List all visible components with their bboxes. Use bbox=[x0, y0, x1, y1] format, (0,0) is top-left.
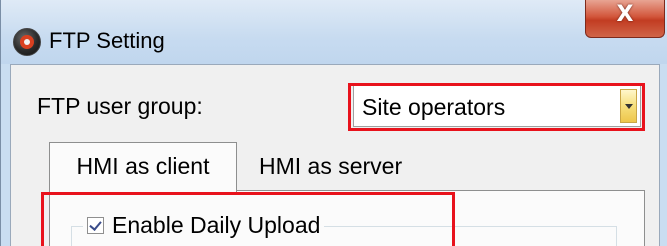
ftp-setting-window: FTP Setting X FTP user group: Site opera… bbox=[0, 0, 667, 246]
tab-hmi-as-client[interactable]: HMI as client bbox=[49, 142, 237, 194]
highlight-box-user-group bbox=[348, 83, 645, 131]
ftp-user-group-label: FTP user group: bbox=[37, 93, 203, 119]
window-title: FTP Setting bbox=[49, 28, 165, 53]
tab-hmi-as-client-label: HMI as client bbox=[76, 153, 210, 179]
title-bar[interactable]: FTP Setting X bbox=[1, 0, 667, 64]
tab-hmi-as-server[interactable]: HMI as server bbox=[241, 150, 431, 188]
app-icon bbox=[13, 28, 41, 56]
close-icon: X bbox=[616, 2, 634, 27]
highlight-box-daily-upload bbox=[41, 192, 455, 246]
tab-hmi-as-server-label: HMI as server bbox=[259, 153, 403, 179]
close-button[interactable]: X bbox=[585, 0, 665, 38]
